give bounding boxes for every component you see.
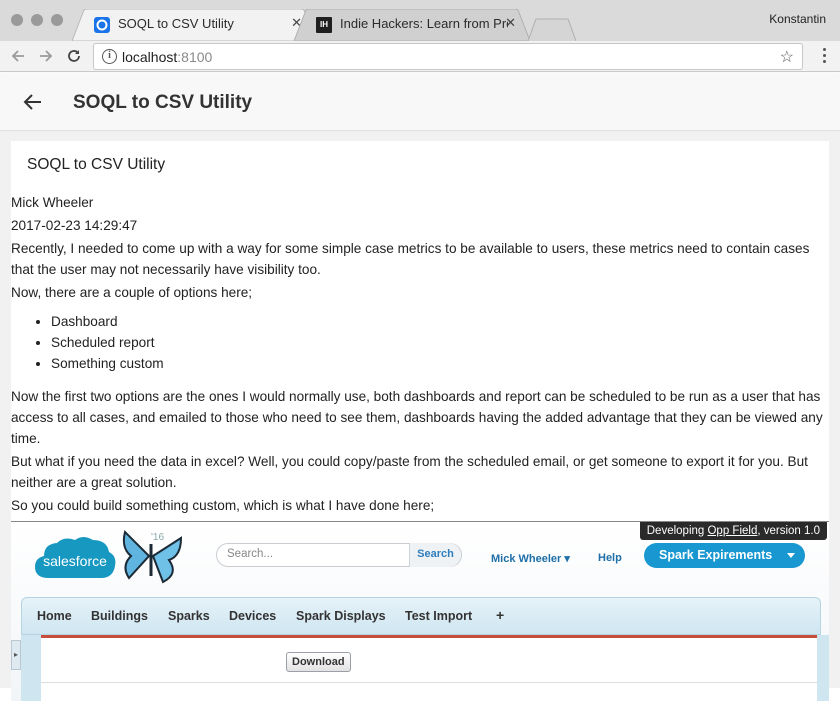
tab-title: SOQL to CSV Utility — [118, 16, 234, 31]
options-list: Dashboard Scheduled report Something cus… — [51, 311, 829, 374]
card-title: SOQL to CSV Utility — [27, 156, 166, 173]
article-paragraph: Recently, I needed to come up with a way… — [11, 241, 810, 277]
new-tab-button[interactable] — [516, 9, 576, 41]
salesforce-cloud-logo: salesforce — [35, 537, 116, 578]
reload-icon[interactable] — [64, 46, 84, 66]
chrome-app-icon — [94, 17, 110, 33]
sidebar-toggle-handle[interactable]: ▸ — [11, 640, 21, 670]
tab-close-icon[interactable]: ✕ — [505, 15, 516, 31]
address-bar[interactable]: i localhost:8100 ☆ — [93, 43, 803, 70]
tooltip-prefix: Developing — [646, 525, 708, 537]
app-header: SOQL to CSV Utility — [0, 73, 840, 131]
list-item: Something custom — [51, 353, 829, 374]
article-paragraph: So you could build something custom, whi… — [11, 498, 435, 513]
release-badge: '16 — [151, 532, 165, 543]
sf-page-body: Download — [41, 635, 817, 701]
sf-tab-test-import[interactable]: Test Import — [405, 609, 472, 623]
tab-soql-utility[interactable]: SOQL to CSV Utility ✕ — [72, 9, 316, 41]
window-zoom-control[interactable] — [51, 14, 63, 26]
content-area: SOQL to CSV Utility Mick Wheeler 2017-02… — [0, 131, 840, 701]
sf-search-button[interactable]: Search — [409, 543, 461, 567]
sf-tab-buildings[interactable]: Buildings — [91, 609, 148, 623]
forward-arrow-icon[interactable] — [36, 46, 56, 66]
sf-body-gutter — [21, 635, 41, 701]
sf-body-gutter — [817, 635, 829, 701]
list-item: Scheduled report — [51, 332, 829, 353]
sf-search-box[interactable]: Search... Search — [216, 543, 462, 567]
url-host: localhost — [122, 49, 178, 65]
sf-add-tab-icon[interactable]: + — [496, 607, 504, 623]
article-paragraph: But what if you need the data in excel? … — [11, 454, 808, 490]
sf-tab-spark-displays[interactable]: Spark Displays — [296, 609, 386, 623]
new-tab-shape — [527, 18, 576, 41]
download-button[interactable]: Download — [286, 652, 351, 672]
sf-app-name: Spark Expirements — [659, 548, 773, 562]
browser-toolbar: i localhost:8100 ☆ — [0, 41, 840, 72]
window-close-control[interactable] — [11, 14, 23, 26]
sf-user-name: Mick Wheeler — [491, 553, 562, 565]
sf-tab-bar: Home Buildings Sparks Devices Spark Disp… — [21, 597, 821, 635]
sf-tab-devices[interactable]: Devices — [229, 609, 276, 623]
sf-tab-home[interactable]: Home — [37, 609, 72, 623]
indie-hackers-logo-icon: IH — [316, 17, 332, 33]
page-title: SOQL to CSV Utility — [73, 92, 253, 113]
profile-name[interactable]: Konstantin — [769, 12, 826, 26]
sf-help-link[interactable]: Help — [598, 552, 622, 564]
tab-title: Indie Hackers: Learn from Prof — [340, 16, 508, 31]
article-date: 2017-02-23 14:29:47 — [11, 218, 138, 233]
window-minimize-control[interactable] — [31, 14, 43, 26]
tooltip-suffix: , version 1.0 — [757, 525, 820, 537]
salesforce-logo-text: salesforce — [43, 553, 107, 569]
tooltip-link: Opp Field — [707, 525, 758, 537]
sf-app-switcher[interactable]: Spark Expirements — [644, 543, 805, 568]
sf-tab-sparks[interactable]: Sparks — [168, 609, 210, 623]
sf-user-menu[interactable]: Mick Wheeler ▾ — [491, 552, 570, 565]
list-item: Dashboard — [51, 311, 829, 332]
article-paragraph: Now the first two options are the ones I… — [11, 389, 823, 446]
tab-indie-hackers[interactable]: IH Indie Hackers: Learn from Prof ✕ — [294, 9, 530, 41]
version-tooltip: Developing Opp Field, version 1.0 — [639, 522, 827, 540]
salesforce-screenshot: Developing Opp Field, version 1.0 salesf… — [11, 521, 829, 701]
article-paragraph: Now, there are a couple of options here; — [11, 285, 253, 300]
browser-menu-icon[interactable] — [823, 48, 827, 66]
caret-down-icon — [787, 553, 795, 558]
site-info-icon[interactable]: i — [102, 49, 117, 64]
back-arrow-icon[interactable] — [8, 46, 28, 66]
bookmark-star-icon[interactable]: ☆ — [780, 47, 794, 67]
url-port: :8100 — [177, 49, 213, 65]
divider — [41, 682, 817, 683]
article-body: Mick Wheeler 2017-02-23 14:29:47 Recentl… — [11, 192, 829, 518]
back-arrow-icon[interactable] — [22, 91, 44, 113]
url-text: localhost:8100 — [122, 49, 212, 65]
sf-search-input[interactable]: Search... — [227, 548, 273, 560]
article-author: Mick Wheeler — [11, 195, 94, 210]
browser-titlebar: SOQL to CSV Utility ✕ IH Indie Hackers: … — [0, 0, 840, 41]
chevron-down-icon: ▾ — [564, 553, 570, 565]
article-card: SOQL to CSV Utility Mick Wheeler 2017-02… — [11, 141, 829, 701]
